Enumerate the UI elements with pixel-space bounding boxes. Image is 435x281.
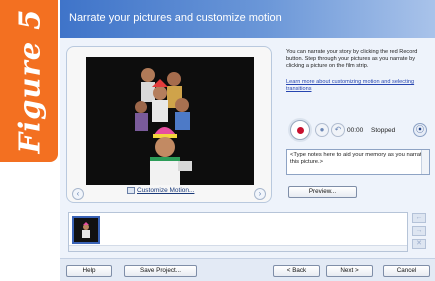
help-button[interactable]: Help <box>66 265 112 277</box>
thumbnail-drawing <box>74 218 98 242</box>
save-project-button[interactable]: Save Project... <box>124 265 197 277</box>
narration-controls: ● ↶ 00:00 Stopped ⦿ <box>286 120 432 144</box>
notes-scrollbar[interactable] <box>421 150 429 174</box>
close-icon: ✕ <box>416 240 422 247</box>
learn-more-link[interactable]: Learn more about customizing motion and … <box>286 79 426 93</box>
record-button[interactable] <box>290 120 310 140</box>
narration-timer: 00:00 <box>347 127 364 134</box>
chevron-left-icon: ‹ <box>76 189 80 198</box>
narration-status: Stopped <box>371 127 396 134</box>
chevron-right-icon: › <box>258 189 262 198</box>
record-icon <box>297 127 304 134</box>
narration-notes-input[interactable]: <Type notes here to aid your memory as y… <box>286 149 430 175</box>
preview-button[interactable]: Preview... <box>288 186 357 198</box>
move-left-button[interactable]: ← <box>412 213 426 223</box>
remove-picture-button[interactable]: ✕ <box>412 239 426 249</box>
wizard-window: Narrate your pictures and customize moti… <box>60 0 435 281</box>
microphone-icon: ⦿ <box>416 125 424 134</box>
wizard-footer: Help Save Project... < Back Next > Cance… <box>60 258 435 281</box>
figure-label-tab: Figure 5 <box>0 0 58 162</box>
arrow-left-icon: ← <box>415 214 423 221</box>
wizard-header: Narrate your pictures and customize moti… <box>60 0 435 38</box>
preview-photo-drawing <box>86 57 254 185</box>
previous-picture-button[interactable]: ‹ <box>72 188 84 200</box>
move-right-button[interactable]: → <box>412 226 426 236</box>
page-title: Narrate your pictures and customize moti… <box>69 12 282 24</box>
filmstrip <box>68 212 408 252</box>
next-button[interactable]: Next > <box>326 265 373 277</box>
instructions-text: You can narrate your story by clicking t… <box>286 49 418 69</box>
microphone-button[interactable]: ⦿ <box>413 123 427 137</box>
filmstrip-scrollbar[interactable] <box>69 245 407 251</box>
filmstrip-thumbnail[interactable] <box>72 216 100 244</box>
stop-icon: ● <box>319 125 325 134</box>
stop-button[interactable]: ● <box>315 123 329 137</box>
customize-motion-label: Customize Motion... <box>137 187 195 194</box>
picture-preview-image <box>86 57 254 185</box>
next-picture-button[interactable]: › <box>254 188 266 200</box>
undo-button[interactable]: ↶ <box>331 123 345 137</box>
arrow-right-icon: → <box>415 227 423 234</box>
cancel-button[interactable]: Cancel <box>383 265 430 277</box>
customize-motion-button[interactable]: Customize Motion... <box>127 187 194 194</box>
back-button[interactable]: < Back <box>273 265 320 277</box>
figure-label: Figure 5 <box>12 8 47 154</box>
undo-icon: ↶ <box>334 125 342 134</box>
motion-icon <box>127 187 135 194</box>
picture-preview-panel: ‹ Customize Motion... › <box>66 46 272 203</box>
